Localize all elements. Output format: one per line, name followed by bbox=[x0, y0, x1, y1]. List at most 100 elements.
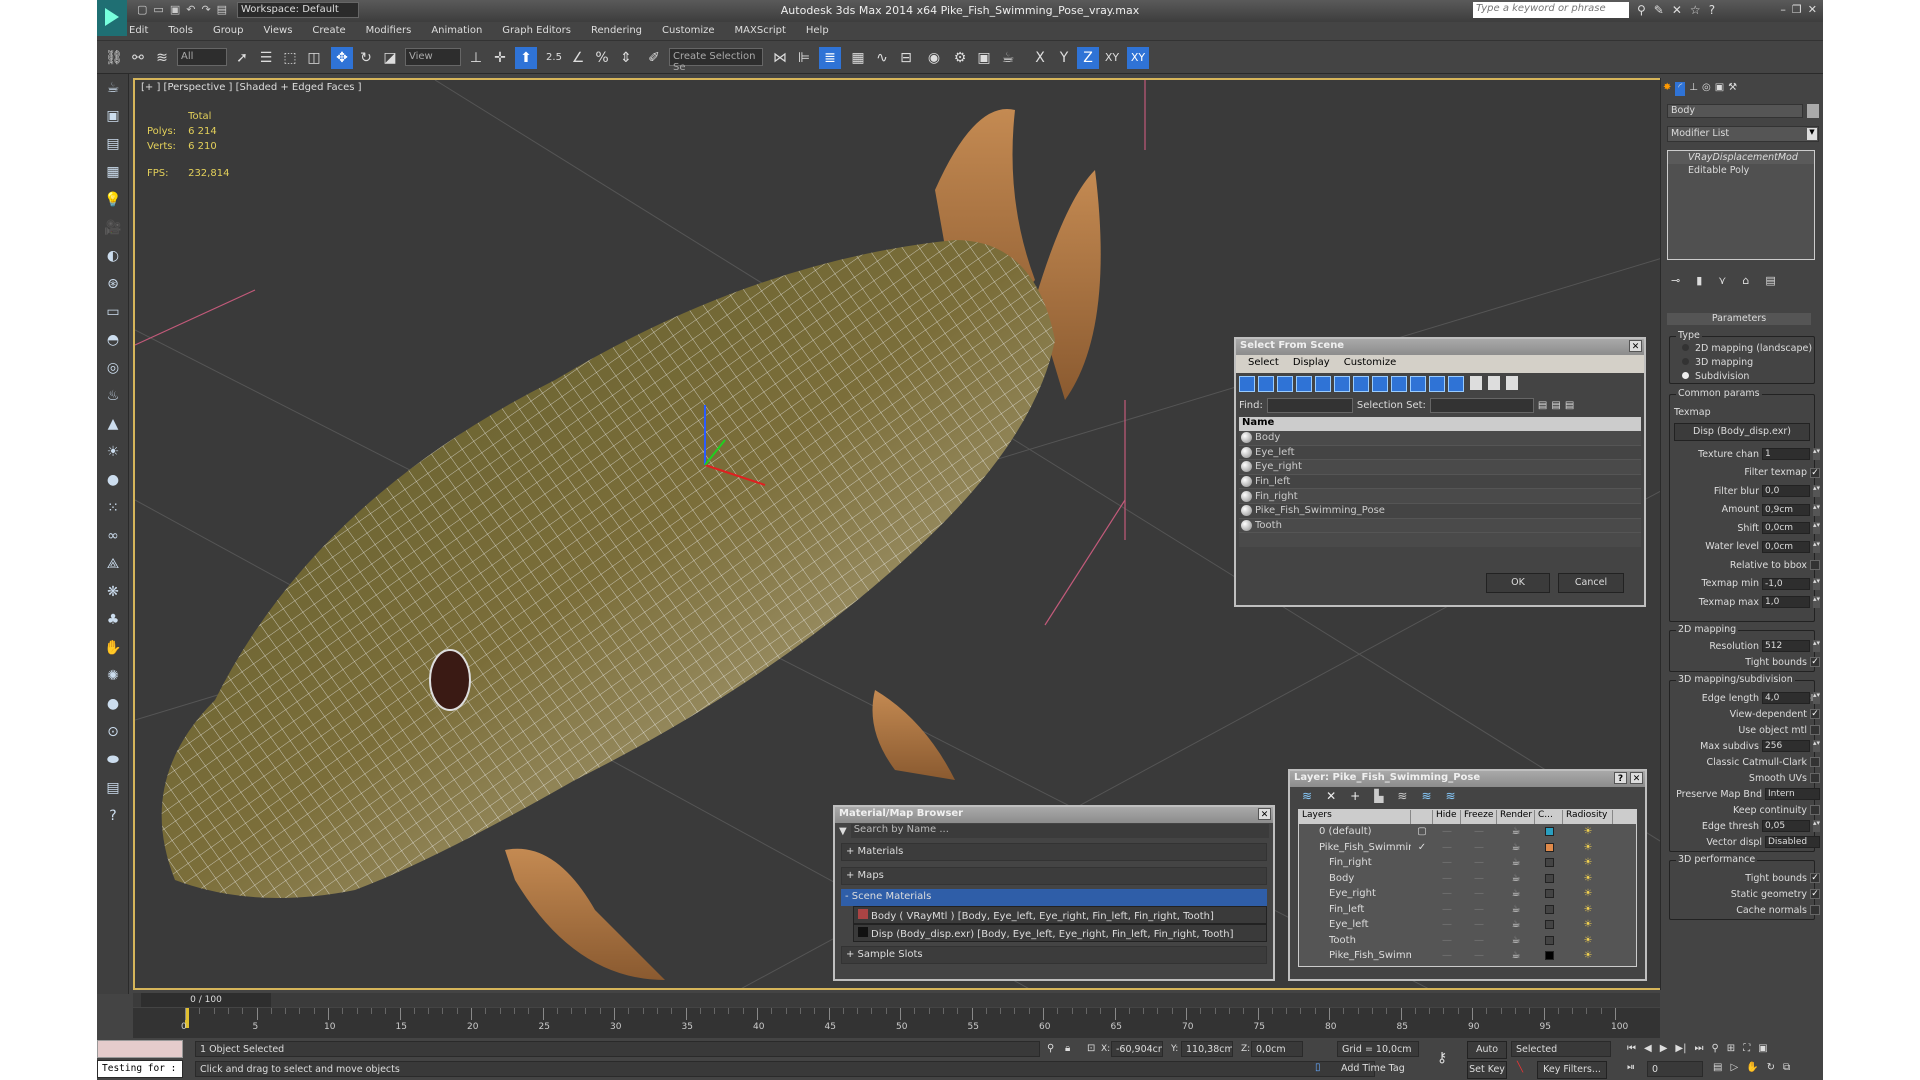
zoom-extents-icon[interactable]: ⛶ bbox=[1743, 1043, 1750, 1054]
scene-object-row[interactable]: Fin_right bbox=[1239, 489, 1641, 504]
hide-toggle[interactable]: — bbox=[1433, 857, 1461, 868]
spinner-field[interactable]: 0,0 bbox=[1762, 485, 1810, 497]
x-coordinate-field[interactable]: -60,904cm bbox=[1111, 1041, 1163, 1057]
graphite-ribbon-icon[interactable]: ▦ bbox=[847, 47, 869, 69]
maps-section[interactable]: + Maps bbox=[841, 867, 1267, 885]
panel-icon[interactable]: ▤ bbox=[97, 130, 129, 158]
freeze-toggle[interactable]: — bbox=[1461, 888, 1497, 899]
radiosity-icon[interactable]: ☀ bbox=[1563, 935, 1613, 946]
viewport-label[interactable]: [+ ] [Perspective ] [Shaded + Edged Face… bbox=[141, 82, 362, 93]
spinner-arrows-icon[interactable]: ▴▾ bbox=[1813, 540, 1820, 553]
favorites-star-icon[interactable]: ☆ bbox=[1690, 3, 1701, 17]
filter-groups-icon[interactable] bbox=[1353, 376, 1369, 392]
light-list-icon[interactable]: 💡 bbox=[97, 186, 129, 214]
radiosity-icon[interactable]: ☀ bbox=[1563, 826, 1613, 837]
sun-icon[interactable]: ☀ bbox=[97, 438, 129, 466]
previous-frame-icon[interactable]: ◀ bbox=[1644, 1043, 1652, 1054]
layer-color-swatch[interactable] bbox=[1535, 827, 1563, 837]
render-teapot-icon[interactable]: ☕ bbox=[1497, 904, 1535, 915]
maxscript-mini-listener[interactable]: Testing for : bbox=[97, 1060, 183, 1078]
layer-row[interactable]: Eye_left — — ☕ ☀ bbox=[1299, 917, 1636, 933]
select-all-icon[interactable] bbox=[1470, 376, 1482, 390]
help-circle-icon[interactable]: ? bbox=[97, 802, 129, 830]
layer-column-header[interactable]: Render bbox=[1497, 810, 1535, 824]
render-teapot-icon[interactable]: ☕ bbox=[1497, 857, 1535, 868]
isolate-icon[interactable]: ⚲ bbox=[1047, 1043, 1054, 1054]
filter-bones-icon[interactable] bbox=[1391, 376, 1407, 392]
layer-color-swatch[interactable] bbox=[1535, 873, 1563, 883]
filter-lights-icon[interactable] bbox=[1277, 376, 1293, 392]
select-none-icon[interactable] bbox=[1488, 376, 1500, 390]
render-teapot-icon[interactable]: ☕ bbox=[1497, 826, 1535, 837]
selection-filter-dropdown[interactable]: All bbox=[177, 48, 227, 66]
add-time-tag[interactable]: Add Time Tag bbox=[1337, 1061, 1419, 1077]
minimize-icon[interactable]: – bbox=[1780, 3, 1786, 16]
checkbox[interactable] bbox=[1810, 905, 1820, 915]
layer-column-header[interactable]: Freeze bbox=[1461, 810, 1497, 824]
modify-tab-icon[interactable]: ◜ bbox=[1675, 82, 1686, 96]
spinner-arrows-icon[interactable]: ▴▾ bbox=[1813, 640, 1820, 652]
hide-toggle[interactable]: — bbox=[1433, 904, 1461, 915]
select-in-layer-icon[interactable]: ▙ bbox=[1374, 789, 1383, 805]
close-icon[interactable]: ✕ bbox=[1808, 3, 1817, 16]
menu-select[interactable]: Select bbox=[1248, 357, 1279, 371]
teapot-icon[interactable]: ☕ bbox=[97, 74, 129, 102]
spinner-arrows-icon[interactable]: ▴▾ bbox=[1813, 522, 1820, 534]
layer-row[interactable]: Fin_left — — ☕ ☀ bbox=[1299, 902, 1636, 918]
menu-customize[interactable]: Customize bbox=[1344, 357, 1397, 371]
spinner-arrows-icon[interactable]: ▴▾ bbox=[1813, 485, 1820, 497]
radiosity-icon[interactable]: ☀ bbox=[1563, 842, 1613, 853]
material-sphere-icon[interactable]: ● bbox=[97, 690, 129, 718]
axis-y-button[interactable]: Y bbox=[1053, 47, 1075, 69]
sphere-light-icon[interactable]: ◎ bbox=[97, 354, 129, 382]
scene-object-row[interactable]: Eye_right bbox=[1239, 460, 1641, 475]
texmap-button[interactable]: Disp (Body_disp.exr) bbox=[1674, 423, 1810, 441]
help-icon[interactable]: ? bbox=[1614, 772, 1627, 784]
motion-tab-icon[interactable]: ◎ bbox=[1702, 82, 1711, 96]
binoculars-icon[interactable]: ⚲ bbox=[1637, 3, 1646, 17]
curve-editor-icon[interactable]: ∿ bbox=[871, 47, 893, 69]
hide-toggle[interactable]: — bbox=[1433, 935, 1461, 946]
new-file-icon[interactable]: ▢ bbox=[137, 3, 147, 16]
spinner-arrows-icon[interactable]: ▴▾ bbox=[1813, 503, 1820, 516]
dome-light-icon[interactable]: ◓ bbox=[97, 326, 129, 354]
checkbox[interactable]: ✓ bbox=[1810, 467, 1820, 478]
axis-z-button[interactable]: Z bbox=[1077, 47, 1099, 69]
hide-toggle[interactable]: — bbox=[1433, 826, 1461, 837]
options-menu-icon[interactable]: ▼ bbox=[839, 826, 847, 837]
ok-button[interactable]: OK bbox=[1486, 573, 1550, 593]
checkbox[interactable] bbox=[1810, 725, 1820, 735]
render-frame-icon[interactable]: ▣ bbox=[97, 102, 129, 130]
hide-toggle[interactable]: — bbox=[1433, 873, 1461, 884]
time-slider-thumb[interactable]: 0 / 100 bbox=[141, 993, 271, 1007]
stack-item-vraydisplacement[interactable]: VRayDisplacementMod bbox=[1668, 151, 1814, 164]
redo-icon[interactable]: ↷ bbox=[201, 3, 210, 16]
mirror-icon[interactable]: ⋈ bbox=[769, 47, 791, 69]
filter-xrefs-icon[interactable] bbox=[1372, 376, 1388, 392]
align-icon[interactable]: ⊫ bbox=[793, 47, 815, 69]
menu-edit[interactable]: Edit bbox=[129, 25, 148, 40]
select-manipulate-icon[interactable]: ✛ bbox=[489, 47, 511, 69]
make-unique-icon[interactable]: ⋎ bbox=[1718, 274, 1726, 287]
spinner-field[interactable]: 1,0 bbox=[1762, 596, 1810, 608]
spinner-field[interactable]: 0,0cm bbox=[1762, 540, 1810, 553]
axis-x-button[interactable]: X bbox=[1029, 47, 1051, 69]
bind-spacewarp-icon[interactable]: ≋ bbox=[151, 47, 173, 69]
go-to-start-icon[interactable]: ⏮ bbox=[1627, 1043, 1636, 1054]
mesh-light-icon[interactable]: ♨ bbox=[97, 382, 129, 410]
parameters-rollout-header[interactable]: Parameters bbox=[1667, 313, 1811, 325]
scene-object-row[interactable]: Fin_left bbox=[1239, 474, 1641, 490]
snaps-toggle-icon[interactable]: 2.5 bbox=[543, 47, 565, 69]
find-input[interactable] bbox=[1266, 397, 1353, 413]
select-set-icon[interactable]: ▤ bbox=[1538, 400, 1547, 411]
unlink-icon[interactable]: ⚯ bbox=[127, 47, 149, 69]
scene-object-row[interactable]: Eye_left bbox=[1239, 445, 1641, 461]
filter-hidden-icon[interactable] bbox=[1448, 376, 1464, 392]
scene-materials-section[interactable]: - Scene Materials bbox=[841, 889, 1267, 906]
checkbox[interactable]: ✓ bbox=[1810, 657, 1820, 667]
dropdown[interactable]: Intern bbox=[1765, 788, 1820, 800]
keyboard-shortcut-override-icon[interactable]: ⬆ bbox=[515, 47, 537, 69]
layer-row[interactable]: Fin_right — — ☕ ☀ bbox=[1299, 855, 1636, 871]
menu-tools[interactable]: Tools bbox=[168, 25, 193, 40]
scene-object-row[interactable]: Body bbox=[1239, 431, 1641, 446]
